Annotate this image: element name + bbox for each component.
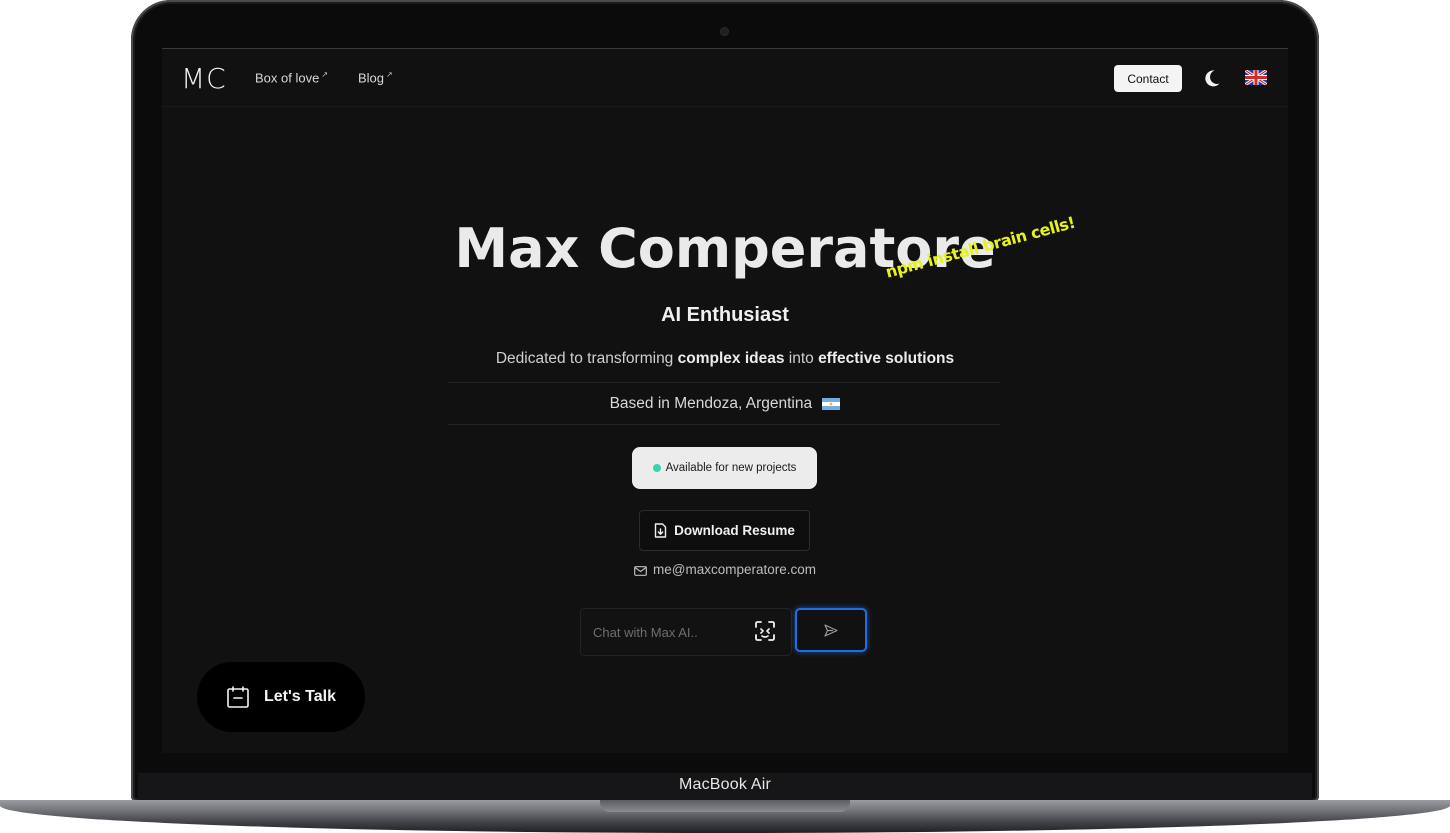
tagline-part: Dedicated to transforming bbox=[495, 350, 678, 367]
divider bbox=[448, 382, 1000, 383]
contact-button[interactable]: Contact bbox=[1114, 65, 1182, 92]
tagline-bold: effective solutions bbox=[818, 350, 955, 367]
divider bbox=[448, 424, 1000, 425]
availability-label: Available for new projects bbox=[665, 462, 797, 474]
download-resume-button[interactable]: Download Resume bbox=[639, 510, 810, 551]
laptop-notch bbox=[600, 800, 850, 812]
top-nav: MC Box of love ↗ Blog ↗ Contact bbox=[162, 49, 1288, 107]
file-download-icon bbox=[654, 523, 667, 538]
uk-flag-icon[interactable] bbox=[1245, 70, 1267, 85]
lets-talk-label: Let's Talk bbox=[264, 688, 336, 705]
website-screen: MC Box of love ↗ Blog ↗ Contact Max Comper… bbox=[162, 48, 1288, 753]
mail-icon bbox=[634, 566, 647, 576]
external-link-icon: ↗ bbox=[386, 70, 393, 79]
tagline-part: into bbox=[784, 350, 819, 367]
tagline-bold: complex ideas bbox=[677, 350, 785, 367]
availability-badge: Available for new projects bbox=[632, 447, 817, 489]
calendar-icon bbox=[227, 686, 249, 708]
hero-role: AI Enthusiast bbox=[661, 304, 789, 326]
nav-link-box-of-love[interactable]: Box of love ↗ bbox=[255, 70, 328, 85]
send-button[interactable] bbox=[795, 608, 867, 652]
email-link[interactable]: me@maxcomperatore.com bbox=[162, 562, 1288, 577]
laptop-mockup: MC Box of love ↗ Blog ↗ Contact Max Comper… bbox=[0, 0, 1450, 833]
location-text: Based in Mendoza, Argentina bbox=[162, 395, 1288, 413]
chat-input[interactable] bbox=[591, 621, 745, 643]
email-label: me@maxcomperatore.com bbox=[652, 562, 816, 577]
send-icon bbox=[824, 624, 838, 637]
scan-face-icon[interactable] bbox=[754, 620, 776, 642]
hero-tagline: Dedicated to transforming complex ideas … bbox=[162, 350, 1288, 368]
nav-link-label: Blog bbox=[358, 70, 385, 86]
device-label: MacBook Air bbox=[678, 776, 771, 793]
hero-name: Max Comperatore bbox=[454, 217, 996, 280]
external-link-icon: ↗ bbox=[321, 70, 329, 79]
camera-icon bbox=[721, 28, 728, 35]
nav-link-blog[interactable]: Blog ↗ bbox=[358, 70, 393, 85]
download-resume-label: Download Resume bbox=[674, 523, 795, 538]
site-logo[interactable]: MC bbox=[181, 62, 227, 95]
moon-icon[interactable] bbox=[1202, 68, 1222, 88]
status-dot-icon bbox=[652, 464, 661, 472]
location-label: Based in Mendoza, Argentina bbox=[609, 395, 813, 412]
chat-box bbox=[580, 608, 792, 656]
lets-talk-button[interactable]: Let's Talk bbox=[197, 662, 365, 732]
nav-link-label: Box of love bbox=[255, 70, 320, 86]
argentina-flag-icon bbox=[822, 398, 841, 410]
